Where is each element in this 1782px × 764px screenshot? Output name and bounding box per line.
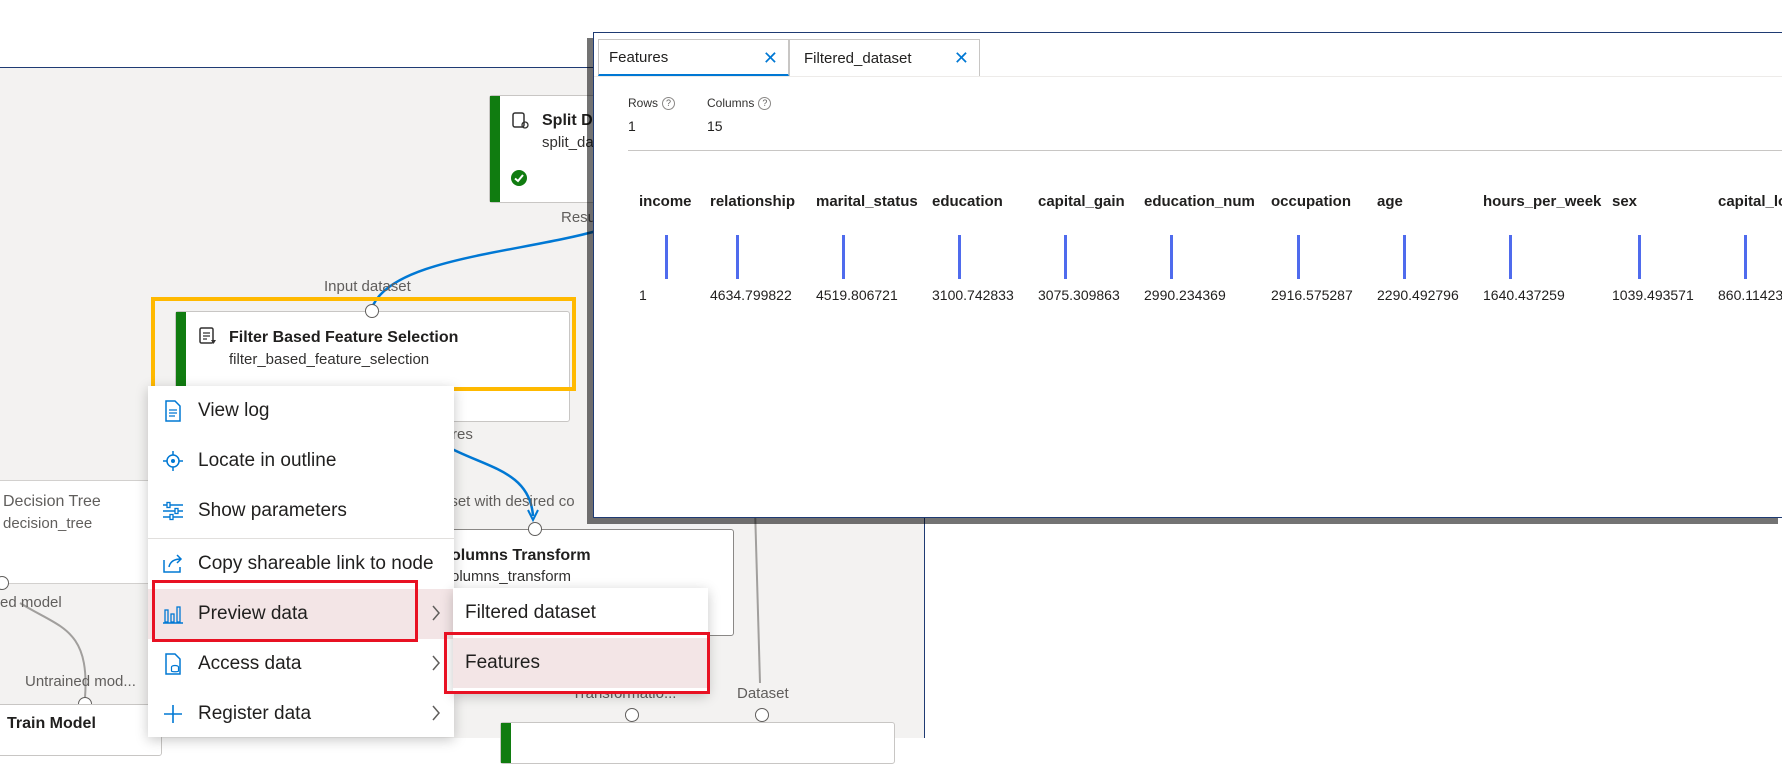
table-cell: 4519.806721 [816, 287, 898, 303]
table-cell: 4634.799822 [710, 287, 792, 303]
column-header[interactable]: capital_gain [1038, 193, 1125, 210]
menu-item-label: Access data [198, 653, 302, 674]
column-header[interactable]: income [639, 193, 692, 210]
column-histogram-bar [736, 235, 739, 279]
table-cell: 860.11423 [1718, 287, 1782, 303]
menu-item-access-data[interactable]: Access data [148, 639, 454, 689]
column-histogram-bar [1509, 235, 1512, 279]
column-histogram-bar [1297, 235, 1300, 279]
menu-item-label: Register data [198, 703, 312, 724]
node-title: Split D [542, 112, 593, 129]
table-cell: 2990.234369 [1144, 287, 1226, 303]
column-header[interactable]: sex [1612, 193, 1637, 210]
decision-tree-node[interactable]: Decision Tree decision_tree [0, 480, 152, 584]
tab-label: Features [609, 48, 669, 66]
node-subtitle: split_da [542, 134, 594, 151]
selected-node-highlight [151, 297, 576, 391]
column-header[interactable]: hours_per_week [1483, 193, 1601, 210]
document-log-icon [160, 398, 186, 424]
table-cell: 1640.437259 [1483, 287, 1565, 303]
features-output-label: res [452, 426, 473, 443]
submenu-item-label: Filtered dataset [465, 602, 596, 623]
data-preview-panel: Features ✕ Filtered_dataset ✕ Rows? 1 Co… [593, 32, 1782, 518]
tab-filtered-dataset[interactable]: Filtered_dataset ✕ [789, 39, 980, 76]
table-cell: 1 [639, 287, 647, 303]
submenu-item-filtered-dataset[interactable]: Filtered dataset [453, 588, 708, 638]
column-header[interactable]: capital_lo [1718, 193, 1782, 210]
untrained-model-label: Untrained mod... [25, 673, 136, 690]
input-port[interactable] [625, 708, 639, 722]
column-histogram-bar [1403, 235, 1406, 279]
module-icon [512, 112, 529, 129]
connector-dataset [754, 507, 761, 684]
help-icon: ? [758, 97, 772, 111]
menu-item-label: View log [198, 400, 270, 421]
node-status-bar [490, 96, 500, 202]
trained-model-label: ed model [0, 594, 62, 611]
tab-label: Filtered_dataset [804, 49, 912, 67]
table-cell: 2916.575287 [1271, 287, 1353, 303]
help-icon: ? [662, 97, 676, 111]
column-header[interactable]: education [932, 193, 1003, 210]
column-header[interactable]: age [1377, 193, 1403, 210]
close-icon[interactable]: ✕ [763, 48, 778, 69]
success-check-icon [511, 170, 527, 186]
close-icon[interactable]: ✕ [954, 48, 969, 69]
table-cell: 3075.309863 [1038, 287, 1120, 303]
data-file-icon [160, 651, 186, 677]
node-title: Decision Tree [3, 493, 101, 510]
menu-item-view-log[interactable]: View log [148, 386, 454, 436]
chevron-right-icon [432, 655, 440, 671]
rows-value: 1 [628, 118, 636, 134]
features-highlight [444, 632, 710, 694]
table-header-divider [628, 150, 1782, 151]
column-histogram-bar [1170, 235, 1173, 279]
node-status-bar [501, 723, 511, 763]
table-cell: 2290.492796 [1377, 287, 1459, 303]
apply-transformation-node[interactable] [500, 722, 895, 764]
menu-item-label: Show parameters [198, 500, 347, 521]
column-histogram-bar [842, 235, 845, 279]
menu-item-locate-in-outline[interactable]: Locate in outline [148, 436, 454, 486]
column-histogram-bar [665, 235, 668, 279]
tab-features[interactable]: Features ✕ [598, 39, 789, 76]
preview-data-highlight [152, 580, 418, 642]
node-title: olumns Transform [451, 547, 591, 564]
rows-label: Rows? [628, 96, 676, 111]
column-header[interactable]: marital_status [816, 193, 918, 210]
input-dataset-label: Input dataset [324, 278, 411, 295]
context-menu: View log Locate in outline Show paramete… [148, 386, 454, 737]
columns-value: 15 [707, 118, 723, 134]
plus-icon [160, 701, 186, 727]
chevron-right-icon [432, 705, 440, 721]
node-subtitle: decision_tree [3, 515, 93, 532]
share-icon [160, 551, 186, 577]
column-histogram-bar [1064, 235, 1067, 279]
train-model-node[interactable]: Train Model [0, 704, 162, 756]
menu-item-register-data[interactable]: Register data [148, 689, 454, 739]
columns-input-label: aset with desired co [442, 493, 575, 510]
locate-icon [160, 448, 186, 474]
column-header[interactable]: education_num [1144, 193, 1255, 210]
chevron-right-icon [432, 605, 440, 621]
input-port[interactable] [755, 708, 769, 722]
split-output-label: Resu [561, 209, 597, 226]
table-cell: 1039.493571 [1612, 287, 1694, 303]
tab-divider [594, 76, 1782, 77]
dataset-label: Dataset [737, 685, 789, 702]
node-title: Train Model [7, 715, 96, 732]
menu-item-label: Copy shareable link to node [198, 553, 434, 574]
column-header[interactable]: relationship [710, 193, 795, 210]
menu-item-label: Locate in outline [198, 450, 337, 471]
column-histogram-bar [958, 235, 961, 279]
input-port[interactable] [528, 522, 542, 536]
sliders-icon [160, 498, 186, 524]
column-histogram-bar [1638, 235, 1641, 279]
column-histogram-bar [1744, 235, 1747, 279]
columns-label: Columns? [707, 96, 772, 111]
table-cell: 3100.742833 [932, 287, 1014, 303]
column-header[interactable]: occupation [1271, 193, 1351, 210]
menu-item-show-parameters[interactable]: Show parameters [148, 486, 454, 536]
node-subtitle: olumns_transform [451, 568, 572, 585]
